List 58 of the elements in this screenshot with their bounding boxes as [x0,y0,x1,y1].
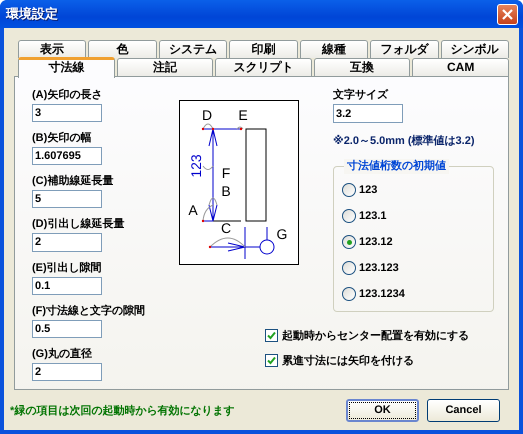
radio-button[interactable] [342,261,356,275]
input-field[interactable]: 3.2 [333,104,403,123]
diagram-letter: B [221,183,231,199]
radio-button[interactable] [342,209,356,223]
radio-button[interactable] [342,183,356,197]
field-label: (B)矢印の幅 [32,130,92,146]
ok-button[interactable]: OK [346,398,419,422]
tab[interactable]: フォルダ [370,40,439,58]
tab[interactable]: 表示 [18,40,86,58]
diagram-letter: C [220,220,232,236]
field-label: 文字サイズ [333,88,390,103]
checkbox[interactable] [265,328,278,342]
close-icon [501,8,514,20]
radio-button[interactable] [342,235,356,249]
checkbox-label[interactable]: 累進寸法には矢印を付ける [282,352,414,368]
radio-label[interactable]: 123.123 [359,262,399,274]
tab[interactable]: シンボル [440,40,509,58]
checkbox[interactable] [265,354,278,366]
diagram-letter: F [222,165,230,181]
dimension-value-text: 123 [188,154,204,178]
cancel-button[interactable]: Cancel [427,398,500,422]
diagram-letter: A [188,202,198,218]
radio-button[interactable] [342,287,356,301]
field-label: (E)引出し隙間 [32,260,103,276]
tab[interactable]: CAM [412,58,509,76]
field-label: (F)寸法線と文字の隙間 [32,304,146,319]
checkbox-label[interactable]: 起動時からセンター配置を有効にする [282,328,469,342]
radio-label[interactable]: 123.12 [359,236,393,248]
tab[interactable]: 互換 [314,58,410,76]
tab[interactable]: システム [158,40,228,58]
group-title: 寸法値桁数の初期値 [344,159,449,174]
diagram-letter: G [276,226,288,242]
close-button[interactable] [497,4,518,24]
field-label: (D)引出し線延長量 [32,216,126,232]
field-label: (G)丸の直径 [32,346,93,362]
diagram-letter: E [238,107,248,123]
input-field[interactable]: 5 [32,190,102,208]
radio-label[interactable]: 123.1234 [359,288,405,300]
radio-label[interactable]: 123 [359,184,378,196]
tab[interactable]: 寸法線 [18,57,115,78]
hint-text: ※2.0～5.0mm (標準値は3.2) [333,134,476,148]
tab[interactable]: 注記 [116,58,214,76]
field-label: (C)補助線延長量 [32,174,114,190]
radio-label[interactable]: 123.1 [359,210,387,222]
tab[interactable]: 印刷 [229,40,298,58]
tab[interactable]: スクリプト [215,58,312,76]
footer-note: *緑の項目は次回の起動時から有効になります [10,404,236,418]
tab[interactable]: 色 [88,40,157,58]
input-field[interactable]: 3 [32,104,102,122]
window-title: 環境設定 [6,5,58,23]
field-label: (A)矢印の長さ [32,88,104,103]
input-field[interactable]: 2 [32,362,102,381]
input-field[interactable]: 1.607695 [32,147,102,166]
input-field[interactable]: 0.5 [32,320,102,338]
tab[interactable]: 線種 [300,40,368,58]
input-field[interactable]: 0.1 [32,276,102,295]
input-field[interactable]: 2 [32,233,102,252]
diagram-letter: D [202,107,212,123]
